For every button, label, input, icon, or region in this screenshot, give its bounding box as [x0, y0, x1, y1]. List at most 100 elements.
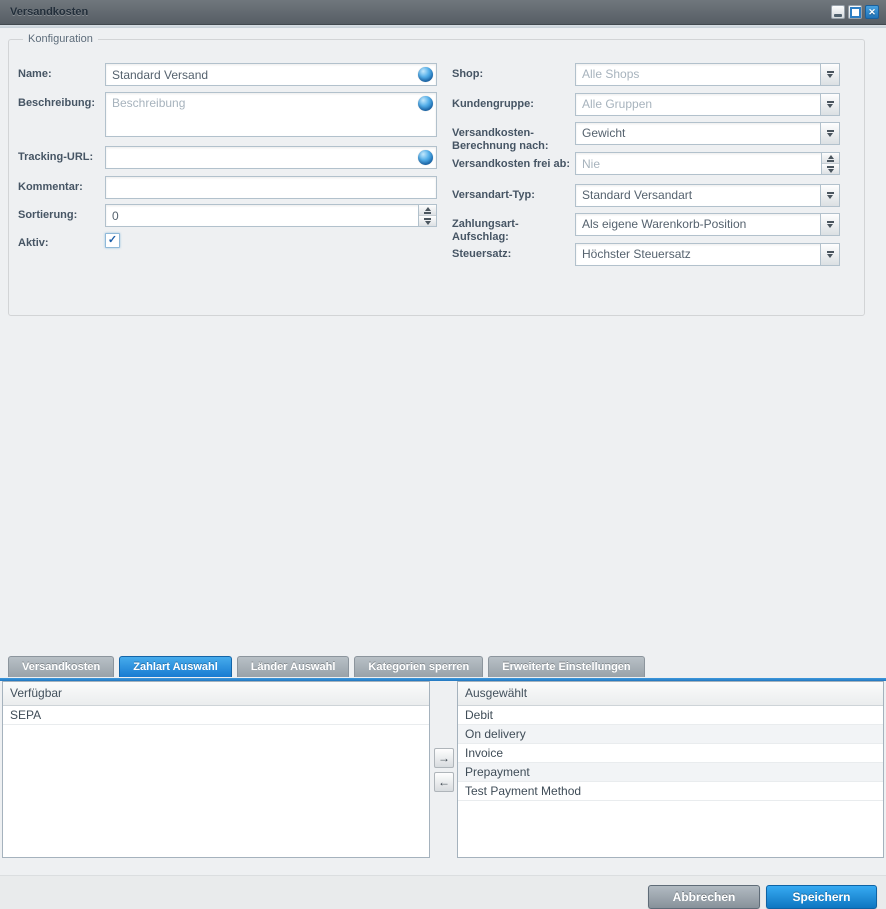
name-field — [105, 63, 437, 86]
tab-erweiterte-einstellungen[interactable]: Erweiterte Einstellungen — [488, 656, 644, 677]
tracking-url-input[interactable] — [106, 147, 436, 168]
globe-icon — [418, 150, 433, 165]
frei-ab-input[interactable] — [576, 153, 839, 174]
chevron-down-icon — [827, 104, 833, 108]
shop-select-value: Alle Shops — [582, 64, 817, 85]
arrow-bar — [424, 218, 431, 220]
kundengruppe-select[interactable]: Alle Gruppen — [575, 93, 840, 116]
sortierung-input[interactable] — [106, 205, 436, 226]
kundengruppe-select-value: Alle Gruppen — [582, 94, 817, 115]
arrow-bar — [827, 71, 834, 73]
dropdown-trigger[interactable] — [820, 185, 839, 206]
chevron-down-icon — [827, 224, 833, 228]
minimize-button[interactable] — [831, 5, 845, 19]
steuersatz-select[interactable]: Höchster Steuersatz — [575, 243, 840, 266]
list-item[interactable]: SEPA — [3, 706, 429, 725]
arrow-down-icon — [828, 169, 834, 173]
name-input[interactable] — [106, 64, 436, 85]
titlebar-edge — [0, 25, 886, 28]
spinner-down-button[interactable] — [419, 216, 436, 226]
aktiv-label: Aktiv: — [18, 237, 104, 250]
arrow-bar — [827, 101, 834, 103]
spinner-up-button[interactable] — [419, 205, 436, 216]
close-icon: ✕ — [868, 6, 876, 18]
chevron-down-icon — [827, 74, 833, 78]
list-item[interactable]: On delivery — [458, 725, 883, 744]
chevron-down-icon — [827, 254, 833, 258]
versandart-typ-select[interactable]: Standard Versandart — [575, 184, 840, 207]
chevron-down-icon — [827, 133, 833, 137]
kundengruppe-label: Kundengruppe: — [452, 98, 574, 111]
name-label: Name: — [18, 68, 104, 81]
berechnung-select[interactable]: Gewicht — [575, 122, 840, 145]
list-item[interactable]: Prepayment — [458, 763, 883, 782]
selected-column-header[interactable]: Ausgewählt — [458, 682, 883, 706]
window-title: Versandkosten — [10, 0, 88, 24]
cancel-button[interactable]: Abbrechen — [648, 885, 760, 909]
sortierung-field — [105, 204, 437, 227]
globe-icon — [418, 67, 433, 82]
shop-select[interactable]: Alle Shops — [575, 63, 840, 86]
dropdown-trigger[interactable] — [820, 64, 839, 85]
shop-label: Shop: — [452, 68, 574, 81]
dropdown-trigger[interactable] — [820, 123, 839, 144]
restore-icon — [850, 7, 861, 18]
steuersatz-select-value: Höchster Steuersatz — [582, 244, 817, 265]
chevron-down-icon — [827, 195, 833, 199]
tracking-url-field — [105, 146, 437, 169]
zahlungsart-aufschlag-select-value: Als eigene Warenkorb-Position — [582, 214, 817, 235]
frei-ab-label: Versandkosten frei ab: — [452, 158, 574, 171]
beschreibung-textarea[interactable] — [106, 93, 436, 136]
restore-button[interactable] — [848, 5, 862, 19]
arrow-bar — [827, 160, 834, 162]
versandart-typ-label: Versandart-Typ: — [452, 189, 574, 202]
tab-laender-auswahl[interactable]: Länder Auswahl — [237, 656, 350, 677]
dropdown-trigger[interactable] — [820, 214, 839, 235]
berechnung-select-value: Gewicht — [582, 123, 817, 144]
steuersatz-label: Steuersatz: — [452, 248, 574, 261]
tracking-url-label: Tracking-URL: — [18, 151, 104, 164]
save-button[interactable]: Speichern — [766, 885, 877, 909]
globe-icon — [418, 96, 433, 111]
list-item[interactable]: Debit — [458, 706, 883, 725]
arrow-bar — [827, 166, 834, 168]
beschreibung-field — [105, 92, 437, 137]
versandart-typ-select-value: Standard Versandart — [582, 185, 817, 206]
spinner-up-button[interactable] — [822, 153, 839, 164]
selected-grid: Ausgewählt Debit On delivery Invoice Pre… — [457, 681, 884, 858]
dropdown-trigger[interactable] — [820, 244, 839, 265]
available-column-header[interactable]: Verfügbar — [3, 682, 429, 706]
tab-zahlart-auswahl[interactable]: Zahlart Auswahl — [119, 656, 232, 677]
spinner-down-button[interactable] — [822, 164, 839, 174]
move-right-button[interactable]: → — [434, 748, 454, 768]
zahlungsart-aufschlag-select[interactable]: Als eigene Warenkorb-Position — [575, 213, 840, 236]
arrow-bar — [424, 212, 431, 214]
window-titlebar[interactable]: Versandkosten ✕ — [0, 0, 886, 25]
aktiv-checkbox[interactable]: ✓ — [105, 233, 120, 248]
move-left-button[interactable]: ← — [434, 772, 454, 792]
arrow-bar — [827, 130, 834, 132]
dropdown-trigger[interactable] — [820, 94, 839, 115]
frei-ab-field — [575, 152, 840, 175]
arrow-up-icon — [425, 207, 431, 211]
arrow-down-icon — [425, 221, 431, 225]
kommentar-label: Kommentar: — [18, 181, 104, 194]
tab-kategorien-sperren[interactable]: Kategorien sperren — [354, 656, 483, 677]
arrow-bar — [827, 192, 834, 194]
berechnung-label: Versandkosten-Berechnung nach: — [452, 127, 574, 153]
minimize-icon — [834, 14, 842, 17]
close-button[interactable]: ✕ — [865, 5, 879, 19]
list-item[interactable]: Invoice — [458, 744, 883, 763]
sortierung-label: Sortierung: — [18, 209, 104, 222]
kommentar-field — [105, 176, 437, 199]
tab-versandkosten[interactable]: Versandkosten — [8, 656, 114, 677]
selected-grid-body: Debit On delivery Invoice Prepayment Tes… — [458, 706, 883, 801]
kommentar-input[interactable] — [106, 177, 436, 198]
sortierung-spinner — [418, 205, 436, 226]
list-item[interactable]: Test Payment Method — [458, 782, 883, 801]
beschreibung-label: Beschreibung: — [18, 97, 104, 110]
frei-ab-spinner — [821, 153, 839, 174]
zahlungsart-aufschlag-label: Zahlungsart-Aufschlag: — [452, 218, 574, 244]
available-grid: Verfügbar SEPA — [2, 681, 430, 858]
available-grid-body: SEPA — [3, 706, 429, 725]
